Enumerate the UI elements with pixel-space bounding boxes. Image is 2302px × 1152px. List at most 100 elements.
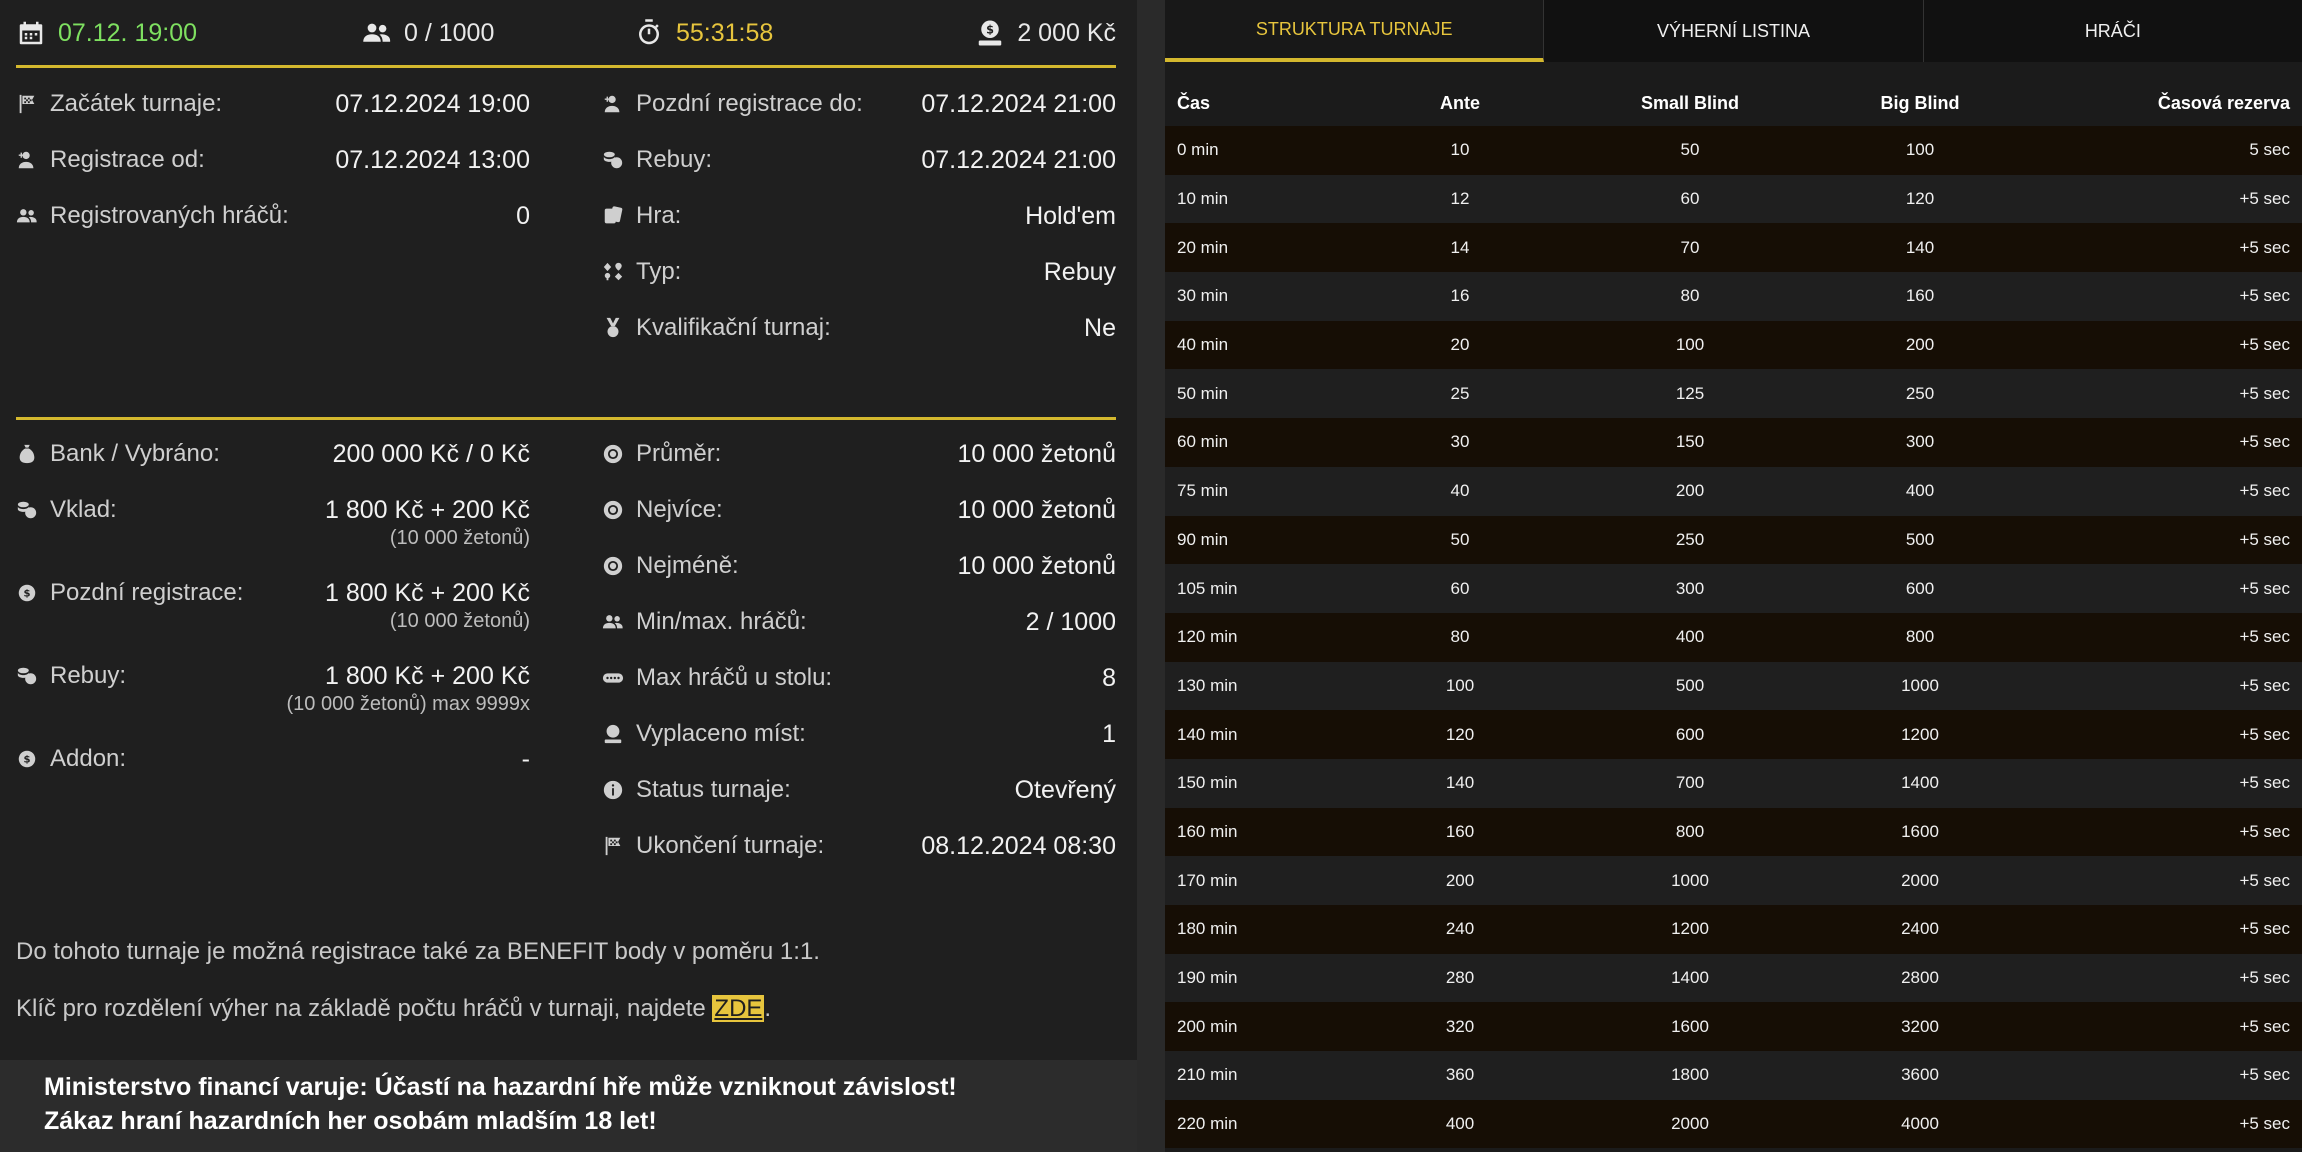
small-blind-cell: 100 [1675,335,1705,355]
time-cell: 180 min [1177,919,1238,939]
time-cell: 190 min [1177,968,1238,988]
small-blind-cell: 1400 [1671,968,1709,988]
ante-cell: 360 [1445,1065,1475,1085]
big-blind-cell: 200 [1905,335,1935,355]
info-row-max-per-table: Max hráčů u stolu: 8 [602,664,1116,720]
time-bank-cell: +5 sec [2239,1065,2290,1085]
money-row-bank: Bank / Vybráno: 200 000 Kč / 0 Kč [16,440,530,496]
big-blind-cell: 1600 [1901,821,1939,841]
user-add-icon [604,95,620,113]
money-bag-icon [19,444,35,464]
table-row: 40 min 20 100 200 +5 sec [1165,320,2302,370]
small-blind-cell: 80 [1680,286,1700,306]
ante-cell: 100 [1445,675,1475,695]
table-row: 90 min 50 250 500 +5 sec [1165,515,2302,565]
table-row: 10 min 12 60 120 +5 sec [1165,174,2302,224]
table-row: 130 min 100 500 1000 +5 sec [1165,661,2302,711]
small-blind-cell: 1200 [1671,919,1709,939]
tournament-stats-bar: 07.12. 19:00 0 / 1000 55:31:58 $ 2 000 K… [16,0,1116,68]
time-bank-cell: +5 sec [2239,675,2290,695]
time-bank-cell: +5 sec [2239,627,2290,647]
prize-key-link[interactable]: ZDE [712,995,765,1022]
info-row-paid-places: Vyplaceno míst: 1 [602,720,1116,776]
time-cell: 200 min [1177,1016,1238,1036]
info-row-game: Hra: Hold'em [602,202,1116,258]
gambling-warning: Ministerstvo financí varuje: Účastí na h… [44,1070,957,1138]
stack-row-average: Průměr: 10 000 žetonů [602,440,1116,496]
tab-players[interactable]: HRÁČI [1924,0,2302,62]
start-date-stat: 07.12. 19:00 [16,18,197,48]
ante-cell: 12 [1450,189,1470,209]
players-value: 0 / 1000 [404,18,495,47]
table-row: 105 min 60 300 600 +5 sec [1165,564,2302,613]
time-bank-cell: +5 sec [2239,773,2290,793]
time-cell: 90 min [1177,529,1229,549]
small-blind-cell: 70 [1680,237,1700,257]
time-cell: 170 min [1177,870,1238,890]
small-blind-cell: 250 [1675,529,1705,549]
time-bank-cell: +5 sec [2239,383,2290,403]
time-cell: 150 min [1177,773,1238,793]
time-bank-cell: +5 sec [2239,237,2290,257]
info-row-rebuy-until: Rebuy: 07.12.2024 21:00 [602,146,1116,202]
stopwatch-icon [639,19,659,45]
time-bank-cell: +5 sec [2239,968,2290,988]
money-row-late-registration: $ Pozdní registrace: 1 800 Kč + 200 Kč (10… [16,579,530,662]
table-row: 120 min 80 400 800 +5 sec [1165,612,2302,662]
table-row: 30 min 16 80 160 +5 sec [1165,272,2302,321]
table-row: 190 min 280 1400 2800 +5 sec [1165,953,2302,1003]
small-blind-cell: 1000 [1671,870,1709,890]
time-cell: 0 min [1177,140,1219,160]
big-blind-cell: 1000 [1901,675,1939,695]
countdown-stat: 55:31:58 [634,18,773,48]
time-cell: 105 min [1177,578,1238,598]
small-blind-cell: 200 [1675,481,1705,501]
small-blind-cell: 60 [1680,189,1700,209]
prize-icon: $ [979,20,1002,46]
ante-cell: 140 [1445,773,1475,793]
info-row-end: Ukončení turnaje: 08.12.2024 08:30 [602,832,1116,888]
users-icon [363,23,391,42]
ante-cell: 40 [1450,481,1470,501]
time-cell: 140 min [1177,724,1238,744]
table-row: 220 min 400 2000 4000 +5 sec [1165,1099,2302,1149]
ante-cell: 10 [1450,140,1470,160]
time-bank-cell: 5 sec [2249,140,2290,160]
coin-icon: $ [18,584,36,602]
time-bank-cell: +5 sec [2239,919,2290,939]
header-small-blind: Small Blind [1640,92,1739,113]
tab-structure[interactable]: STRUKTURA TURNAJE [1165,0,1545,62]
calendar-icon [19,21,43,45]
chip-icon [603,444,623,464]
time-cell: 160 min [1177,821,1238,841]
time-cell: 10 min [1177,189,1229,209]
small-blind-cell: 125 [1675,383,1705,403]
prize-value: 2 000 Kč [1017,18,1116,47]
header-big-blind: Big Blind [1880,92,1960,113]
big-blind-cell: 600 [1905,578,1935,598]
info-row-type: Typ: Rebuy [602,258,1116,314]
blind-structure-table: Čas Ante Small Blind Big Blind Časová re… [1165,80,2302,1149]
small-blind-cell: 2000 [1671,1114,1709,1134]
big-blind-cell: 400 [1905,481,1935,501]
big-blind-cell: 250 [1905,383,1935,403]
time-cell: 120 min [1177,627,1238,647]
countdown-value: 55:31:58 [676,18,774,47]
tab-bar: STRUKTURA TURNAJE VÝHERNÍ LISTINA HRÁČI [1165,0,2302,62]
header-ante: Ante [1440,92,1480,113]
money-row-deposit: Vklad: 1 800 Kč + 200 Kč (10 000 žetonů) [16,496,530,579]
ante-cell: 400 [1445,1114,1475,1134]
table-row: 160 min 160 800 1600 +5 sec [1165,807,2302,857]
ante-cell: 50 [1450,529,1470,549]
table-row: 0 min 10 50 100 5 sec [1165,126,2302,175]
coins-icon [17,667,37,685]
big-blind-cell: 3600 [1901,1065,1939,1085]
small-blind-cell: 1800 [1671,1065,1709,1085]
flag-icon [19,94,35,114]
time-bank-cell: +5 sec [2239,821,2290,841]
big-blind-cell: 500 [1905,529,1935,549]
tab-prize-list[interactable]: VÝHERNÍ LISTINA [1544,0,1924,62]
ante-cell: 30 [1450,432,1470,452]
time-cell: 130 min [1177,675,1238,695]
tournament-info-panel: 07.12. 19:00 0 / 1000 55:31:58 $ 2 000 K… [0,0,1137,1060]
